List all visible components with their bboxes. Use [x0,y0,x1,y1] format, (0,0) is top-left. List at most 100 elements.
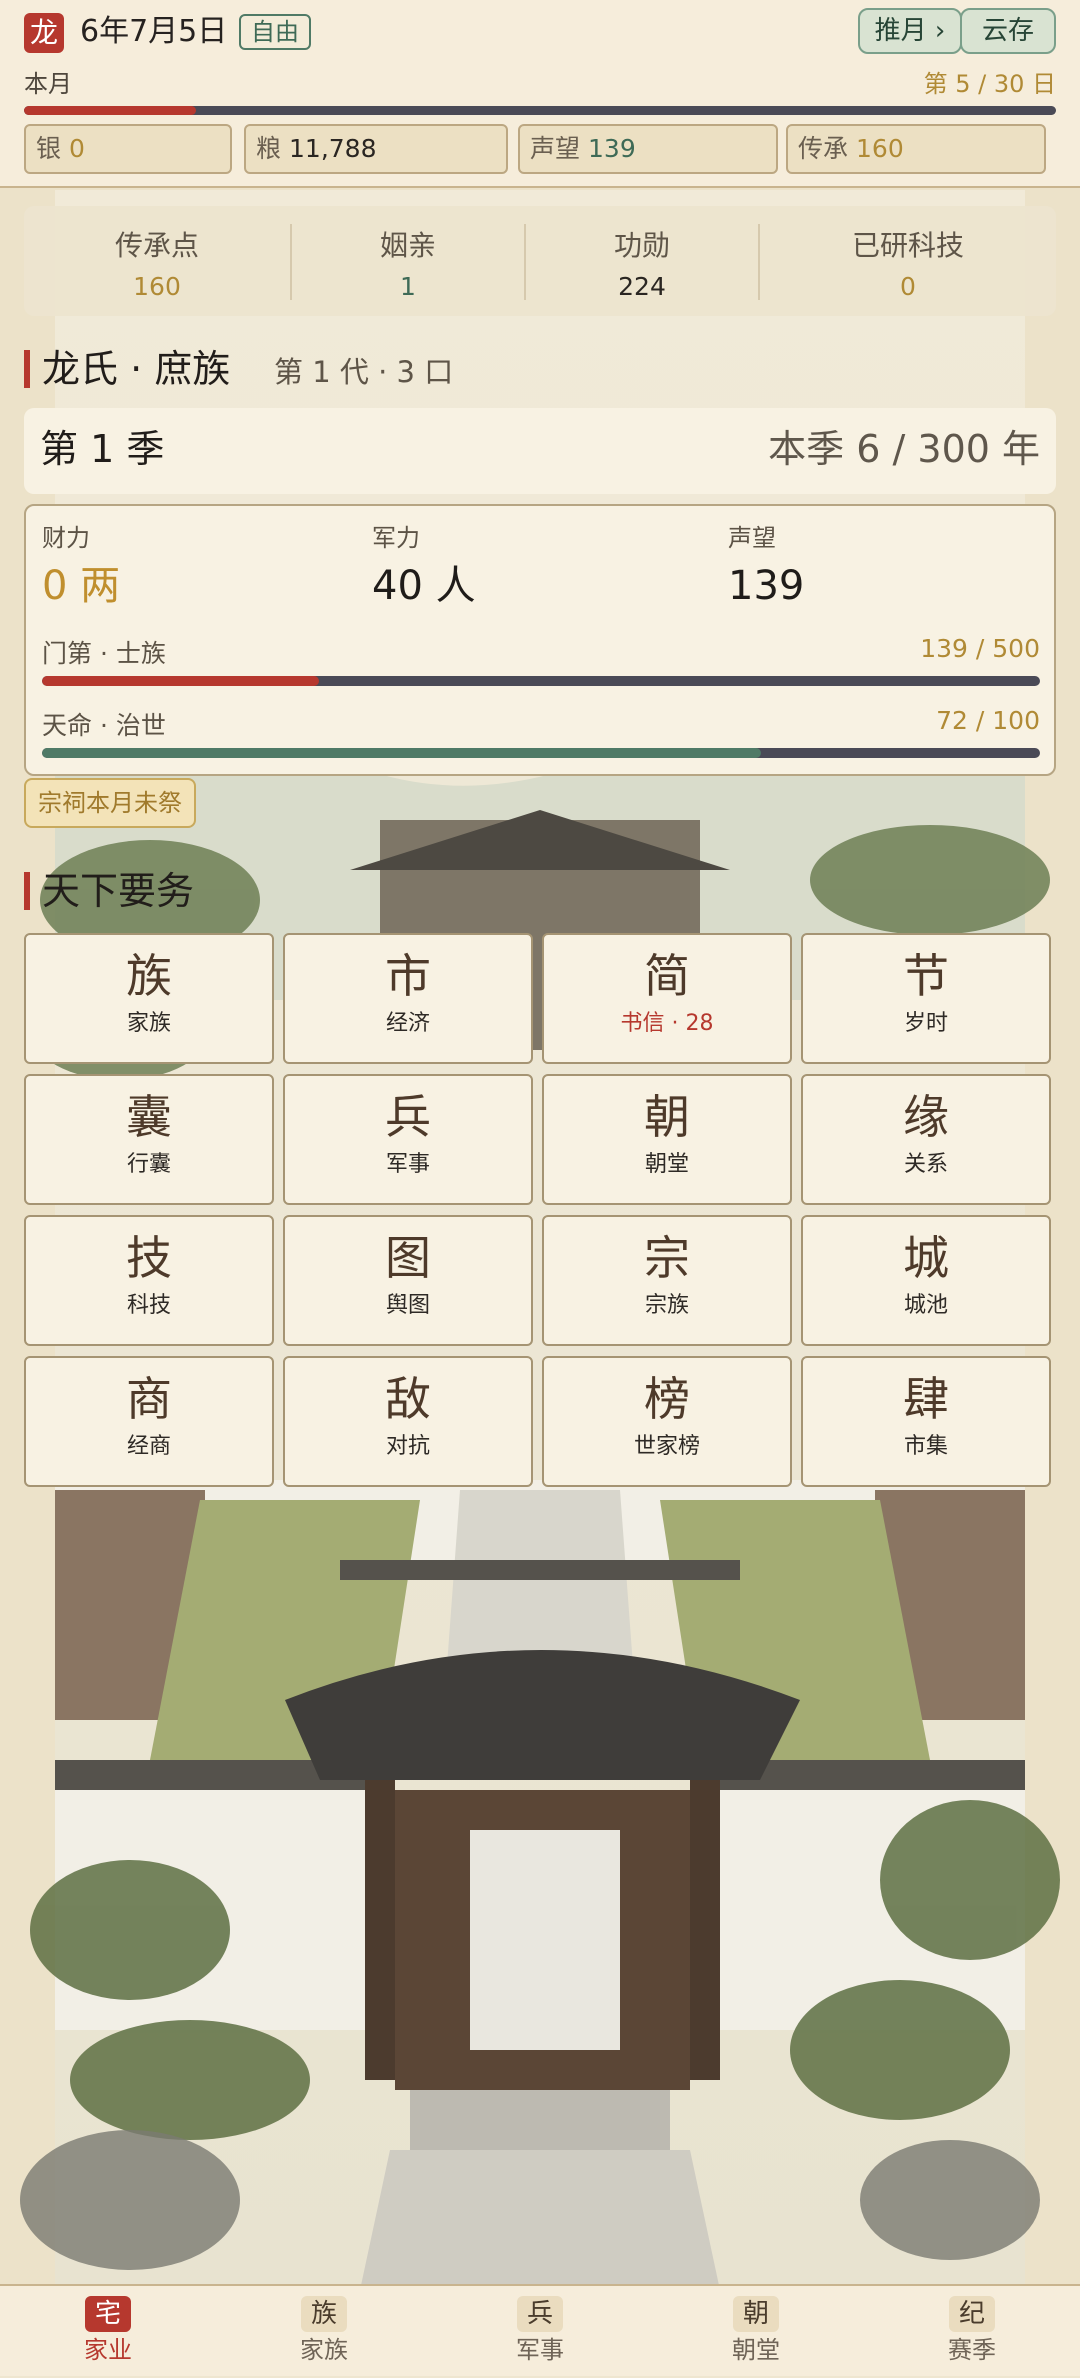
wealth-label: 财力 [42,524,90,552]
tile-label: 军事 [385,1152,430,1177]
stats-panel: 传承点 160 姻亲 1 功勋 224 已研科技 0 [24,206,1056,316]
resource-label: 传承 [798,134,849,163]
letters-icon: 简 [644,949,690,1003]
estate-icon: 宅 [85,2296,131,2332]
month-progress-bar [24,106,1056,115]
season-label: 第 1 季 [40,427,165,471]
clan-generation: 第 1 代 · 3 口 [274,355,454,389]
map-icon: 图 [385,1231,431,1285]
top-bar: 龙 6年7月5日 自由 推月 › 云存 本月 第 5 / 30 日 银0 粮 11… [0,0,1080,188]
stat-tech-researched: 已研科技 0 [760,206,1056,316]
tile-rivalry[interactable]: 敌对抗 [283,1356,533,1487]
economy-icon: 市 [385,949,431,1003]
nav-label: 家业 [84,2336,132,2364]
military-value: 40 人 [372,563,476,609]
rivalry-icon: 敌 [385,1372,431,1426]
tile-lineage[interactable]: 宗宗族 [542,1215,792,1346]
stat-value: 160 [133,272,181,301]
section-marker [24,872,30,910]
tile-family[interactable]: 族家族 [24,933,274,1064]
day-progress-label: 第 5 / 30 日 [923,70,1056,98]
tile-label: 经商 [126,1434,171,1459]
season-icon: 纪 [949,2296,995,2332]
month-label: 本月 [24,70,72,98]
court-icon: 朝 [733,2296,779,2332]
resource-silver: 银0 [24,124,232,174]
fate-value: 72 / 100 [936,706,1040,735]
stat-value: 1 [400,272,416,301]
dragon-logo-icon: 龙 [24,13,64,53]
prestige-stat: 声望 139 [728,522,804,614]
resource-value: 139 [588,134,636,163]
clan-ranking-icon: 榜 [644,1372,690,1426]
prestige-label: 声望 [728,524,776,552]
fate-progress-bar [42,748,1040,758]
tile-trade[interactable]: 商经商 [24,1356,274,1487]
tile-court[interactable]: 朝朝堂 [542,1074,792,1205]
tile-letters[interactable]: 简书信 · 28 [542,933,792,1064]
resource-value: 160 [856,134,904,163]
stat-value: 224 [618,272,666,301]
nav-label: 家族 [300,2336,348,2364]
nav-label: 军事 [516,2336,564,2364]
nav-label: 赛季 [948,2336,996,2364]
clan-name: 龙氏 · 庶族 [42,347,231,391]
tile-label: 世家榜 [633,1434,700,1459]
court-icon: 朝 [644,1090,690,1144]
technology-icon: 技 [126,1231,172,1285]
cloud-save-button[interactable]: 云存 [960,8,1056,54]
military-stat: 军力 40 人 [372,522,476,614]
military-icon: 兵 [385,1090,431,1144]
tile-label: 家族 [126,1011,171,1036]
tile-economy[interactable]: 市经济 [283,933,533,1064]
nav-estate[interactable]: 宅 家业 [0,2286,216,2378]
season-card: 第 1 季 本季 6 / 300 年 [24,408,1056,494]
nav-clan[interactable]: 族 家族 [216,2286,432,2378]
trade-icon: 商 [126,1372,172,1426]
stat-value: 0 [900,272,916,301]
tile-label: 科技 [126,1293,171,1318]
stat-in-laws: 姻亲 1 [292,206,524,316]
stat-label: 传承点 [114,229,199,262]
military-label: 军力 [372,524,420,552]
section-marker [24,350,30,388]
tile-market[interactable]: 肆市集 [801,1356,1051,1487]
advance-month-button[interactable]: 推月 › [858,8,962,54]
resource-prestige: 声望 139 [518,124,778,174]
wealth-value: 0 两 [42,563,121,609]
tile-map[interactable]: 图舆图 [283,1215,533,1346]
stat-label: 功勋 [613,229,670,262]
tile-label: 书信 · 28 [620,1011,714,1036]
stat-label: 已研科技 [851,229,964,262]
family-icon: 族 [126,949,172,1003]
lineage-icon: 宗 [644,1231,690,1285]
tile-label: 城池 [903,1293,948,1318]
nav-court[interactable]: 朝 朝堂 [648,2286,864,2378]
tile-label: 朝堂 [644,1152,689,1177]
tile-military[interactable]: 兵军事 [283,1074,533,1205]
tile-city[interactable]: 城城池 [801,1215,1051,1346]
affairs-title: 天下要务 [42,869,195,913]
resource-label: 声望 [530,134,581,163]
resource-grain: 粮 11,788 [244,124,508,174]
nav-military[interactable]: 兵 军事 [432,2286,648,2378]
tile-label: 行囊 [126,1152,171,1177]
tile-label: 经济 [385,1011,430,1036]
shrine-notice-badge[interactable]: 宗祠本月未祭 [24,778,196,828]
tile-label: 关系 [903,1152,948,1177]
tile-label: 舆图 [385,1293,430,1318]
tile-label: 对抗 [385,1434,430,1459]
tile-technology[interactable]: 技科技 [24,1215,274,1346]
tile-clan-ranking[interactable]: 榜世家榜 [542,1356,792,1487]
nav-season[interactable]: 纪 赛季 [864,2286,1080,2378]
resource-label: 粮 [256,134,282,163]
city-icon: 城 [903,1231,949,1285]
mode-badge: 自由 [239,14,311,50]
tile-inventory[interactable]: 囊行囊 [24,1074,274,1205]
wealth-stat: 财力 0 两 [42,522,120,614]
tile-festivals[interactable]: 节岁时 [801,933,1051,1064]
season-progress: 本季 6 / 300 年 [768,427,1040,471]
prestige-value: 139 [728,563,805,609]
tile-relations[interactable]: 缘关系 [801,1074,1051,1205]
fate-label: 天命 · 治世 [42,711,166,740]
